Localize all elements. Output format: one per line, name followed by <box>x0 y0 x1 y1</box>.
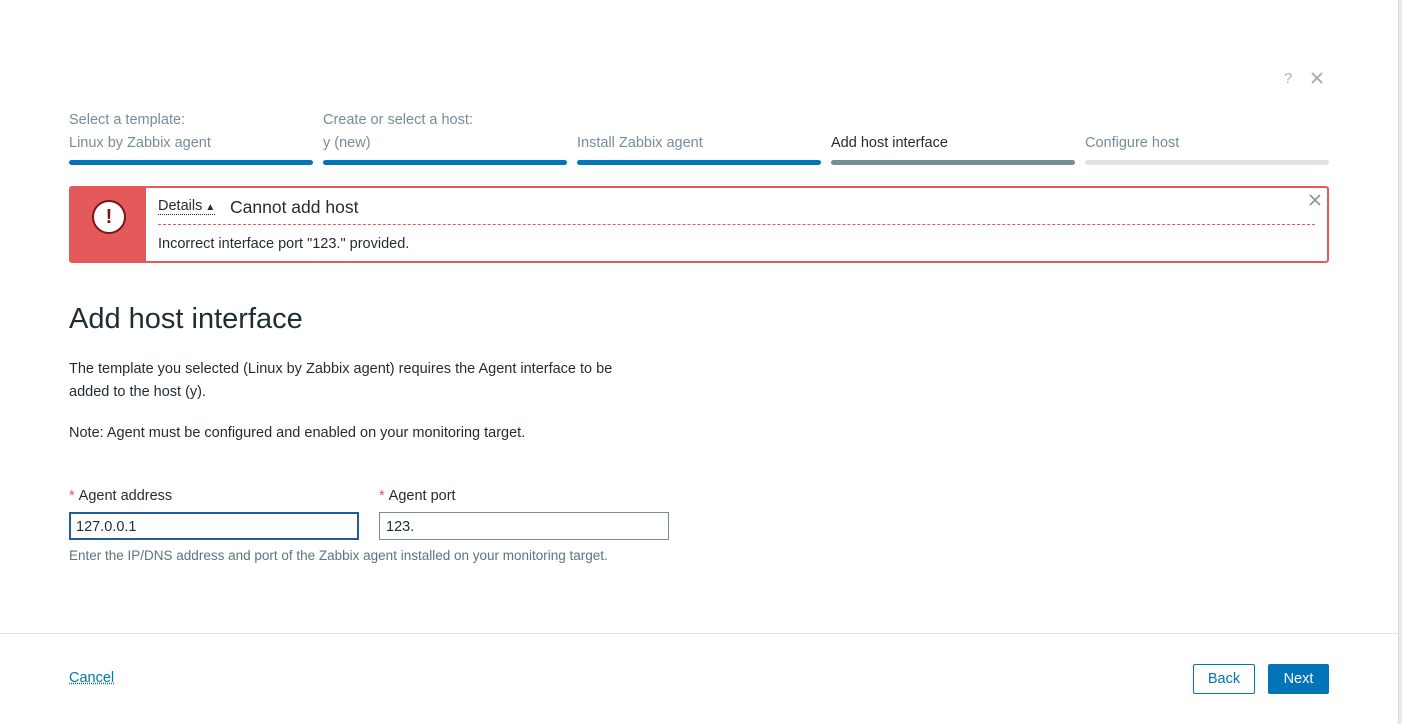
agent-address-input[interactable]: 127.0.0.1 <box>69 512 359 540</box>
note-text: Note: Agent must be configured and enabl… <box>69 425 526 441</box>
step-value: Install Zabbix agent <box>577 135 703 151</box>
description-text: The template you selected (Linux by Zabb… <box>69 361 613 400</box>
agent-address-label-text: Agent address <box>78 488 173 504</box>
alert-divider <box>158 224 1315 225</box>
cancel-link[interactable]: Cancel <box>69 670 114 686</box>
details-toggle[interactable]: Details ▲ <box>158 198 216 215</box>
hint-text: Enter the IP/DNS address and port of the… <box>69 548 608 563</box>
step-progress-bar <box>577 160 821 165</box>
window-edge <box>1398 0 1402 724</box>
exclamation-icon: ! <box>92 200 126 234</box>
error-alert: ! Details ▲ Cannot add host Incorrect int… <box>69 186 1329 263</box>
step-configure-host: Configure host <box>1085 112 1329 168</box>
step-subtitle: Select a template: <box>69 112 186 128</box>
step-value: Linux by Zabbix agent <box>69 135 211 151</box>
page-title: Add host interface <box>69 303 303 335</box>
close-icon[interactable] <box>1308 193 1322 207</box>
wizard-steps: Select a template: Linux by Zabbix agent… <box>69 112 1329 168</box>
next-button[interactable]: Next <box>1268 664 1329 694</box>
close-icon[interactable] <box>1309 70 1325 86</box>
step-select-template: Select a template: Linux by Zabbix agent <box>69 112 313 168</box>
agent-port-input[interactable]: 123. <box>379 512 669 540</box>
required-mark: * <box>69 488 75 504</box>
step-value: Add host interface <box>831 135 948 151</box>
footer-divider <box>0 633 1398 634</box>
help-icon[interactable]: ? <box>1284 70 1292 87</box>
details-label: Details <box>158 198 203 214</box>
alert-title: Cannot add host <box>230 197 359 217</box>
caret-up-icon: ▲ <box>205 202 216 213</box>
back-button[interactable]: Back <box>1193 664 1255 694</box>
step-progress-bar <box>1085 160 1329 165</box>
step-progress-bar <box>69 160 313 165</box>
alert-message: Incorrect interface port "123." provided… <box>158 236 410 252</box>
required-mark: * <box>379 488 385 504</box>
step-progress-bar <box>831 160 1075 165</box>
step-value: Configure host <box>1085 135 1180 151</box>
step-install-agent: Install Zabbix agent <box>577 112 821 168</box>
step-value: y (new) <box>323 135 371 151</box>
agent-port-label: * Agent port <box>379 488 456 504</box>
step-progress-bar <box>323 160 567 165</box>
agent-address-label: * Agent address <box>69 488 172 504</box>
step-create-host: Create or select a host: y (new) <box>323 112 567 168</box>
agent-port-label-text: Agent port <box>388 488 456 504</box>
alert-side: ! <box>71 188 146 261</box>
step-add-interface: Add host interface <box>831 112 1075 168</box>
step-subtitle: Create or select a host: <box>323 112 473 128</box>
